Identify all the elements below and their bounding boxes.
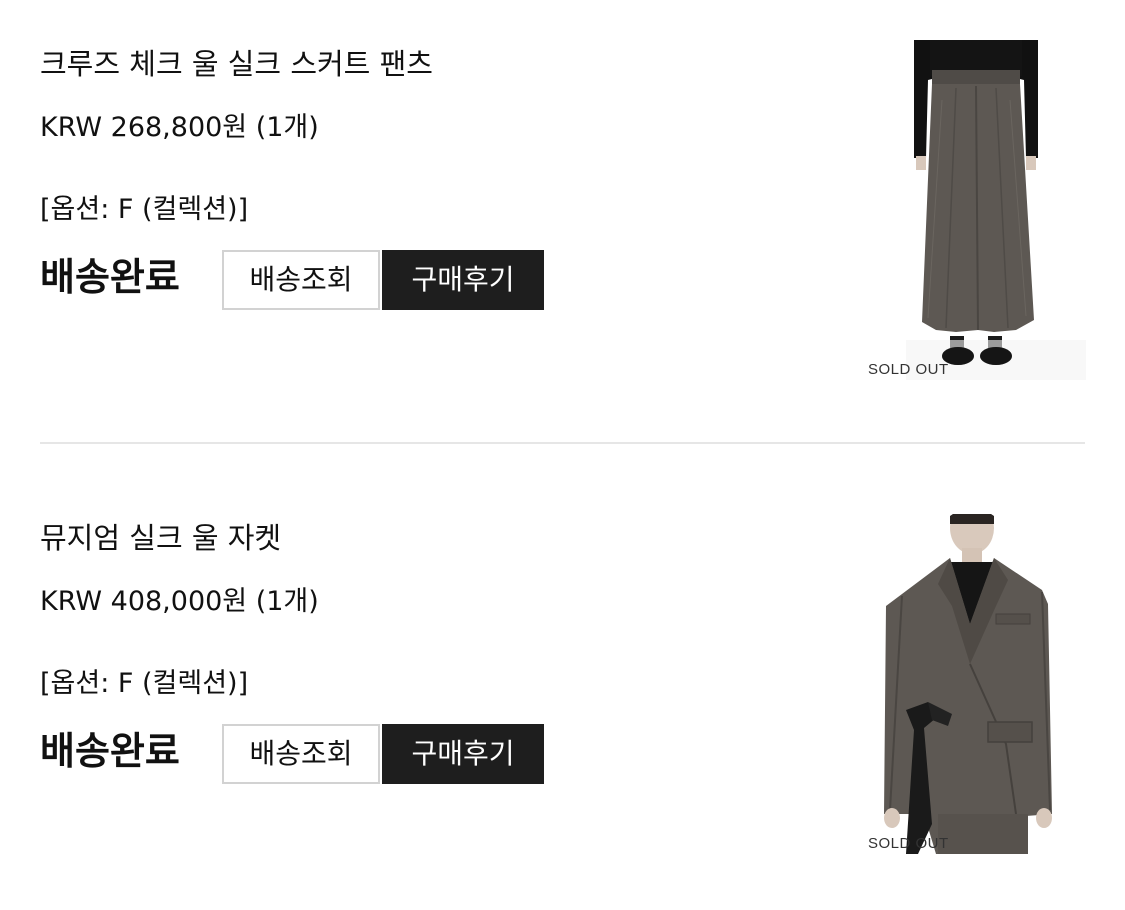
product-price: KRW 408,000원 (1개) [40,586,319,617]
jacket-photo-icon [866,514,1086,854]
delivery-status: 배송완료 [40,729,180,773]
track-delivery-button[interactable]: 배송조회 [222,250,380,310]
write-review-button[interactable]: 구매후기 [382,250,544,310]
order-item: 크루즈 체크 울 실크 스커트 팬츠 KRW 268,800원 (1개) [옵션… [0,0,1125,400]
skirt-pants-photo-icon [866,40,1086,380]
product-option: [옵션: F (컬렉션)] [40,668,249,699]
product-thumbnail[interactable]: SOLD OUT [866,514,1086,854]
sold-out-label: SOLD OUT [868,835,949,852]
product-price: KRW 268,800원 (1개) [40,112,319,143]
sold-out-label: SOLD OUT [868,361,949,378]
product-option: [옵션: F (컬렉션)] [40,194,249,225]
product-name[interactable]: 크루즈 체크 울 실크 스커트 팬츠 [40,44,433,84]
product-name[interactable]: 뮤지엄 실크 울 자켓 [40,518,281,558]
write-review-button[interactable]: 구매후기 [382,724,544,784]
delivery-status: 배송완료 [40,255,180,299]
product-thumbnail[interactable]: SOLD OUT [866,40,1086,380]
track-delivery-button[interactable]: 배송조회 [222,724,380,784]
order-divider [40,442,1085,444]
order-item: 뮤지엄 실크 울 자켓 KRW 408,000원 (1개) [옵션: F (컬렉… [0,474,1125,874]
